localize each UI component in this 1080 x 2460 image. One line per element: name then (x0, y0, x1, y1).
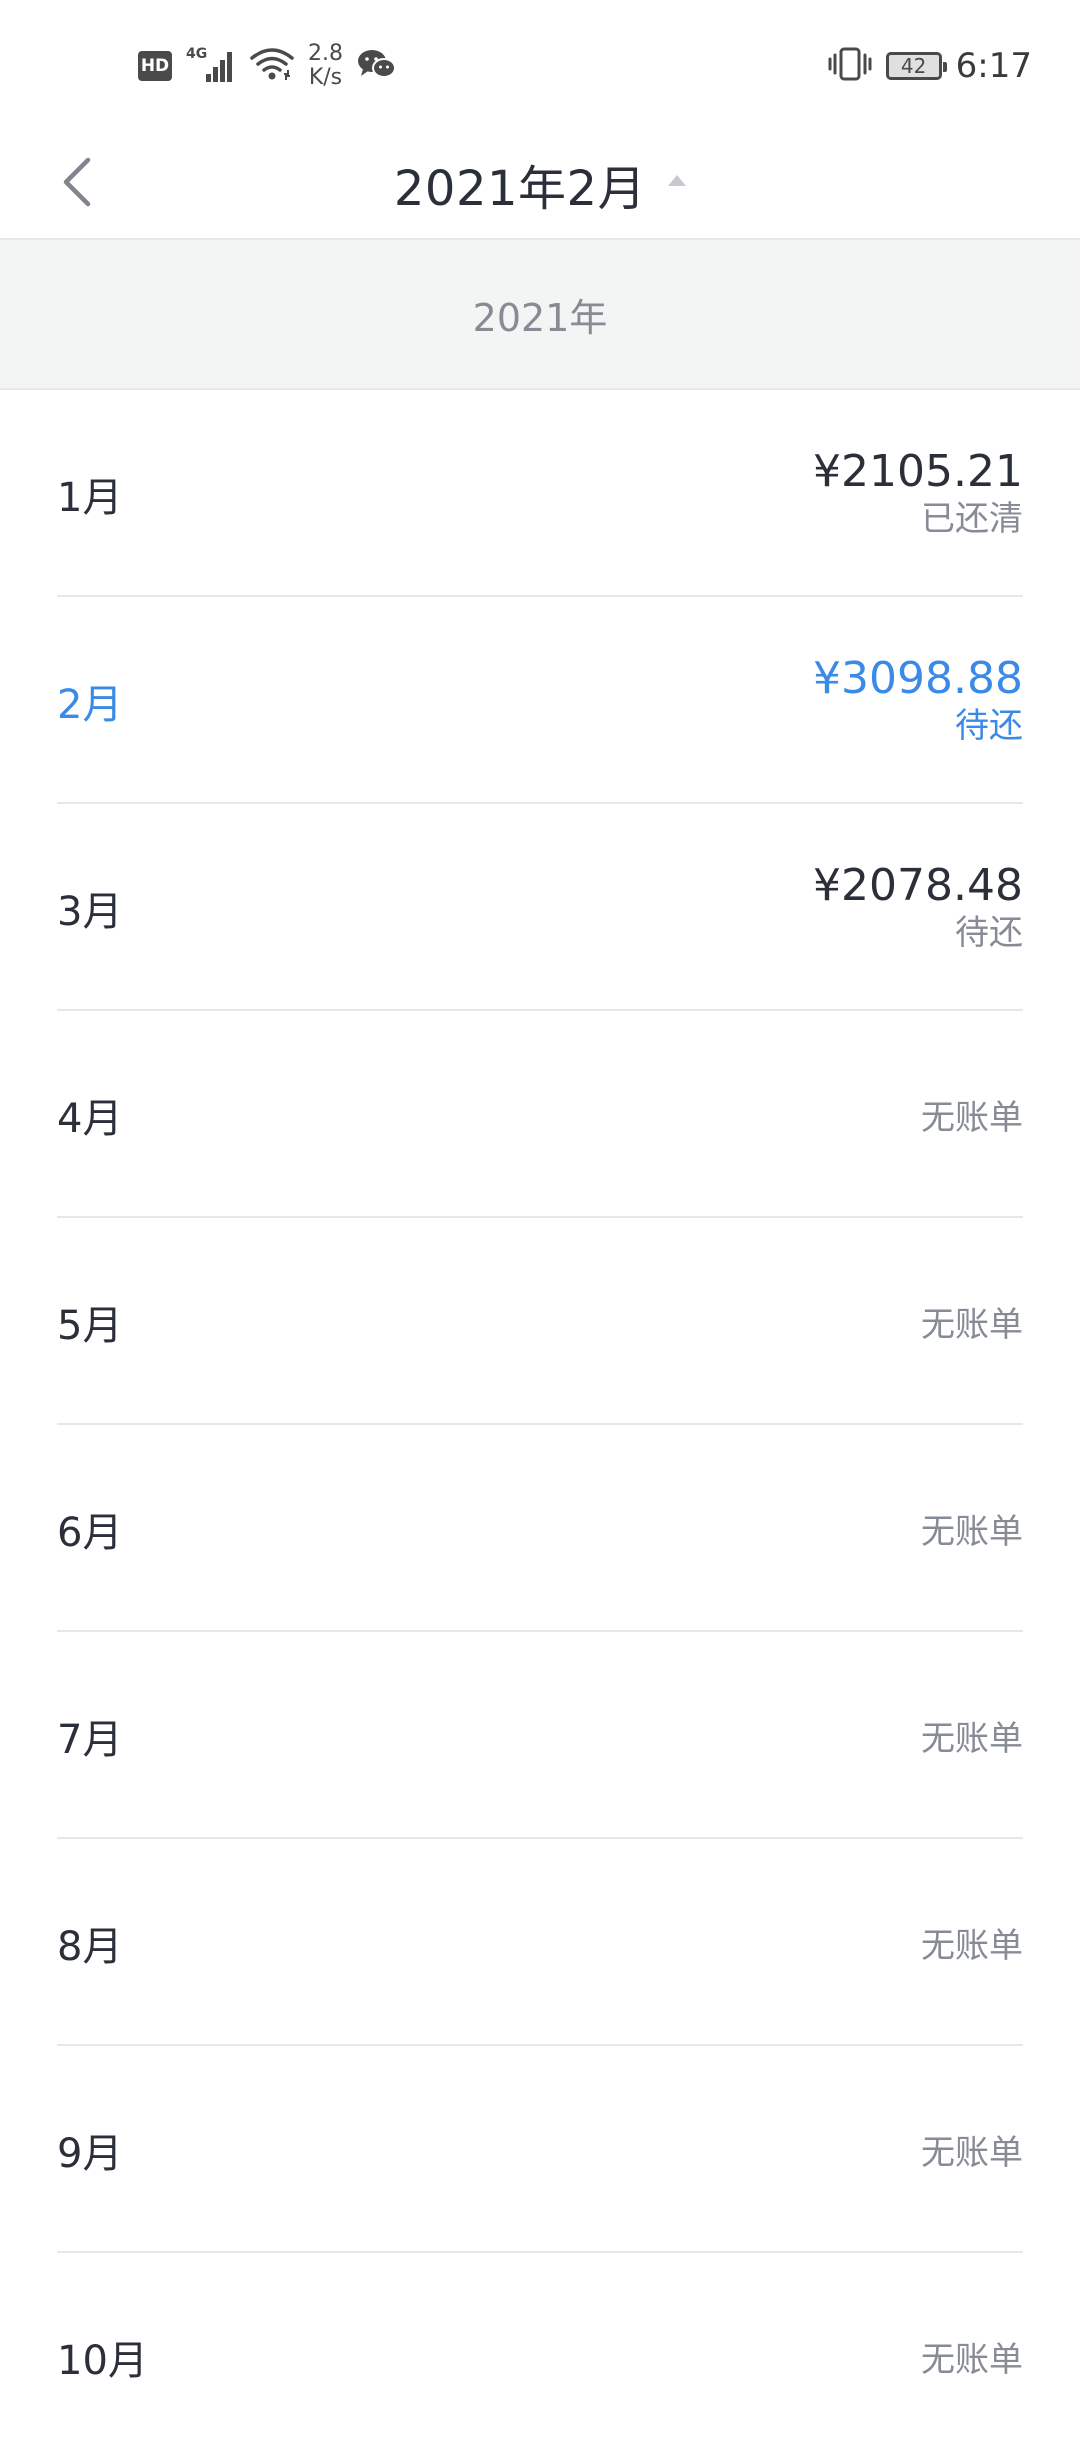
month-bill-summary: 无账单 (921, 1632, 1023, 1839)
bill-amount: ¥2105.21 (813, 445, 1023, 497)
month-bill-summary: 无账单 (921, 1425, 1023, 1632)
month-label: 10月 (57, 2337, 148, 2384)
month-label: 2月 (57, 681, 123, 728)
no-bill-label: 无账单 (921, 1305, 1023, 1345)
bill-amount: ¥3098.88 (813, 652, 1023, 704)
page-title: 2021年2月 (393, 161, 647, 217)
month-label: 5月 (57, 1302, 123, 1349)
header: 2021年2月 (0, 130, 1080, 238)
month-bill-summary: 无账单 (921, 2253, 1023, 2460)
network-speed-unit: K/s (308, 65, 343, 90)
month-label: 6月 (57, 1509, 123, 1556)
month-label: 7月 (57, 1716, 123, 1763)
month-row-5[interactable]: 5月 无账单 (0, 1218, 1080, 1425)
battery-icon: 42 (885, 52, 947, 80)
month-picker-toggle[interactable]: 2021年2月 (0, 130, 1080, 238)
bill-amount: ¥2078.48 (813, 859, 1023, 911)
no-bill-label: 无账单 (921, 1098, 1023, 1138)
month-list: 1月 ¥2105.21 已还清 2月 ¥3098.88 待还 3月 ¥2078.… (0, 390, 1080, 2460)
status-bar: HD 4G 2.8 K/s 42 6:17 (0, 0, 1080, 130)
month-label: 3月 (57, 888, 123, 935)
network-speed: 2.8 K/s (308, 42, 343, 90)
status-bar-left: HD 4G 2.8 K/s (138, 40, 397, 92)
month-label: 4月 (57, 1095, 123, 1142)
month-bill-summary: 无账单 (921, 1218, 1023, 1425)
wifi-icon (250, 46, 294, 86)
bill-status: 已还清 (921, 498, 1023, 539)
bill-status: 待还 (955, 912, 1023, 953)
month-row-7[interactable]: 7月 无账单 (0, 1632, 1080, 1839)
no-bill-label: 无账单 (921, 2340, 1023, 2380)
month-bill-summary: ¥3098.88 待还 (813, 597, 1023, 804)
battery-level: 42 (900, 54, 927, 78)
month-row-6[interactable]: 6月 无账单 (0, 1425, 1080, 1632)
network-speed-value: 2.8 (308, 41, 343, 66)
month-row-9[interactable]: 9月 无账单 (0, 2046, 1080, 2253)
month-label: 8月 (57, 1923, 123, 1970)
year-section-header: 2021年 (0, 238, 1080, 390)
month-label: 1月 (57, 474, 123, 521)
vibrate-icon (828, 47, 872, 85)
caret-up-icon (668, 174, 687, 186)
wechat-icon (357, 47, 397, 85)
no-bill-label: 无账单 (921, 1719, 1023, 1759)
month-bill-summary: ¥2078.48 待还 (813, 804, 1023, 1011)
month-row-10[interactable]: 10月 无账单 (0, 2253, 1080, 2460)
year-label: 2021年 (472, 295, 608, 340)
month-row-4[interactable]: 4月 无账单 (0, 1011, 1080, 1218)
month-row-2[interactable]: 2月 ¥3098.88 待还 (0, 597, 1080, 804)
month-row-8[interactable]: 8月 无账单 (0, 1839, 1080, 2046)
month-bill-summary: ¥2105.21 已还清 (813, 390, 1023, 597)
clock: 6:17 (955, 46, 1032, 86)
no-bill-label: 无账单 (921, 1512, 1023, 1552)
month-label: 9月 (57, 2130, 123, 2177)
bill-status: 待还 (955, 705, 1023, 746)
status-bar-right: 42 6:17 (828, 40, 1032, 92)
month-bill-summary: 无账单 (921, 1011, 1023, 1218)
month-bill-summary: 无账单 (921, 1839, 1023, 2046)
month-bill-summary: 无账单 (921, 2046, 1023, 2253)
month-row-3[interactable]: 3月 ¥2078.48 待还 (0, 804, 1080, 1011)
no-bill-label: 无账单 (921, 1926, 1023, 1966)
signal-icon: 4G (186, 46, 236, 86)
no-bill-label: 无账单 (921, 2133, 1023, 2173)
hd-icon: HD (138, 51, 172, 81)
month-row-1[interactable]: 1月 ¥2105.21 已还清 (0, 390, 1080, 597)
